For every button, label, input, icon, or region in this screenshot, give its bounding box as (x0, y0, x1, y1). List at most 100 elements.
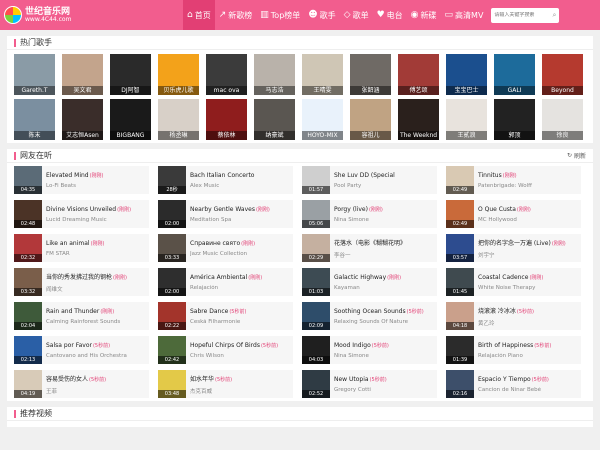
song-item[interactable]: 02:09 Soothing Ocean Sounds(5秒前) Relaxing … (302, 302, 437, 330)
singer-card[interactable]: HOYO-MIX (302, 99, 343, 140)
song-artist: Lucid Dreaming Music (46, 216, 107, 223)
song-item[interactable]: 02:49 O Que Custa(刚刚) MC Hollywood (446, 200, 581, 228)
song-duration: 01:39 (446, 356, 474, 364)
singer-card[interactable]: 吴文君 (62, 54, 103, 95)
nav-item-6[interactable]: ◉ 新碟 (407, 0, 441, 30)
song-item[interactable]: 02:22 Sabre Dance(5秒前) Ceská Filharmonie (158, 302, 293, 330)
singer-name: 王贰浪 (446, 131, 487, 140)
nav-icon: ▭ (444, 10, 454, 20)
song-duration: 03:57 (446, 254, 474, 262)
nav-item-1[interactable]: ↗ 新歌榜 (215, 0, 257, 30)
song-time-tag: (刚刚) (90, 240, 105, 247)
singer-card[interactable]: Beyond (542, 54, 583, 95)
song-item[interactable]: 02:48 Divine Visions Unveiled(刚刚) Lucid Dr… (14, 200, 149, 228)
nav-item-7[interactable]: ▭ 高清MV (441, 0, 488, 30)
song-item[interactable]: 03:33 Справине свято(刚刚) Jazz Music Collec… (158, 234, 293, 262)
search-input[interactable] (494, 12, 547, 18)
main-nav: ⌂ 首页 ↗ 新歌榜 ▥ Top榜单 ☻ 歌手 ◇ 歌单 ♥ 电台 ◉ 新碟 ▭ 高清MV (183, 0, 487, 30)
nav-label: 新歌榜 (228, 10, 253, 20)
recommend-mv-panel: 推荐视频 (7, 407, 593, 427)
song-item[interactable]: 01:03 Galactic Highway(刚刚) Kayaman (302, 268, 437, 296)
song-item[interactable]: 02:04 Rain and Thunder(刚刚) Calming Rainfor… (14, 302, 149, 330)
song-artist: MC Hollywood (478, 216, 517, 223)
nav-item-4[interactable]: ◇ 歌单 (340, 0, 373, 30)
song-title: 烧滚滚 冷冰冰(5秒前) (478, 307, 535, 315)
singer-card[interactable]: 纳豪斌 (254, 99, 295, 140)
singer-card[interactable]: 蔡依林 (206, 99, 247, 140)
song-duration: 05:06 (302, 220, 330, 228)
singer-card[interactable]: 傅艺颂 (398, 54, 439, 95)
refresh-button[interactable]: ↻ 刷新 (567, 151, 586, 160)
song-item[interactable]: 03:57 把你的名字念一万遍 (Live)(刚刚) 刘宇宁 (446, 234, 581, 262)
singer-name: 张韶涵 (350, 86, 391, 95)
song-item[interactable]: 02:16 Espacio Y Tiempo(5秒前) Cancion de Nin… (446, 370, 581, 398)
singer-card[interactable]: 徐良 (542, 99, 583, 140)
singer-card[interactable]: Gareth.T (14, 54, 55, 95)
song-item[interactable]: 02:00 Nearby Gentle Waves(刚刚) Meditation S… (158, 200, 293, 228)
singer-card[interactable]: 张韶涵 (350, 54, 391, 95)
singer-name: 陈末 (14, 131, 55, 140)
singer-name: 宝宝巴士 (446, 86, 487, 95)
singer-card[interactable]: 容祖儿 (350, 99, 391, 140)
nav-label: 歌单 (352, 10, 369, 20)
singer-card[interactable]: 郭顶 (494, 99, 535, 140)
nav-label: 电台 (386, 10, 403, 20)
song-item[interactable]: 05:06 Porgy (live)(刚刚) Nina Simone (302, 200, 437, 228)
song-time-tag: (5秒前) (260, 342, 279, 349)
search-icon[interactable]: ⌕ (553, 11, 557, 20)
song-item[interactable]: 02:00 América Ambiental(刚刚) Relajación (158, 268, 293, 296)
song-item[interactable]: 04:35 Elevated Mind(刚刚) Lo-Fi Beats (14, 166, 149, 194)
song-item[interactable]: 02:49 Tinnitus(刚刚) Patenbrigade: Wolff (446, 166, 581, 194)
song-item[interactable]: 02:29 花落水（电影《糊糊花明》 李谷一 (302, 234, 437, 262)
song-item[interactable]: 02:42 Hopeful Chirps Of Birds(5秒前) Chris W… (158, 336, 293, 364)
nav-item-0[interactable]: ⌂ 首页 (183, 0, 215, 30)
song-time-tag: (刚刚) (551, 240, 566, 247)
singer-card[interactable]: BIGBANG (110, 99, 151, 140)
song-cover: 04:35 (14, 166, 42, 194)
song-item[interactable]: 03:32 当你的秀发拂过我的钢枪(刚刚) 阎维文 (14, 268, 149, 296)
song-duration: 02:13 (14, 356, 42, 364)
singer-card[interactable]: 马志浩 (254, 54, 295, 95)
song-time-tag: (5秒前) (516, 308, 535, 315)
singer-card[interactable]: DJ阿智 (110, 54, 151, 95)
song-time-tag: (刚刚) (89, 172, 104, 179)
singer-name: mac ova (206, 86, 247, 95)
singer-card[interactable]: 陈末 (14, 99, 55, 140)
singer-card[interactable]: 王晴雯 (302, 54, 343, 95)
site-logo[interactable]: 世纪音乐网 www.4C44.com (4, 2, 84, 28)
nav-icon: ◉ (410, 10, 419, 20)
nav-item-5[interactable]: ♥ 电台 (373, 0, 407, 30)
singer-card[interactable]: 杨丞琳 (158, 99, 199, 140)
song-title: Birth of Happiness(5秒前) (478, 341, 552, 349)
singer-card[interactable]: 艾志恒Asen (62, 99, 103, 140)
singer-card[interactable]: 王贰浪 (446, 99, 487, 140)
song-artist: FM STAR (46, 250, 70, 257)
nav-item-2[interactable]: ▥ Top榜单 (256, 0, 304, 30)
song-item[interactable]: 04:18 烧滚滚 冷冰冰(5秒前) 黄乙玲 (446, 302, 581, 330)
song-title: Coastal Cadence(刚刚) (478, 273, 544, 281)
song-duration: 02:04 (14, 322, 42, 330)
song-item[interactable]: 01:57 She Luv DD (Special Pool Party (302, 166, 437, 194)
song-item[interactable]: 01:39 Birth of Happiness(5秒前) Relajación P… (446, 336, 581, 364)
song-item[interactable]: 04:19 容易受伤的女人(5秒前) 王菲 (14, 370, 149, 398)
song-duration: 02:00 (158, 220, 186, 228)
singer-card[interactable]: GALI (494, 54, 535, 95)
recommend-mv-title: 推荐视频 (14, 408, 52, 419)
singer-name: DJ阿智 (110, 86, 151, 95)
song-time-tag: (刚刚) (255, 206, 270, 213)
song-item[interactable]: 28秒 Bach Italian Concerto Alex Music (158, 166, 293, 194)
song-item[interactable]: 04:03 Mood Indigo(5秒前) Nina Simone (302, 336, 437, 364)
singer-card[interactable]: The Weeknd (398, 99, 439, 140)
song-item[interactable]: 02:13 Salsa por Favor(5秒前) Cantovano and H… (14, 336, 149, 364)
nav-item-3[interactable]: ☻ 歌手 (304, 0, 339, 30)
song-time-tag: (5秒前) (92, 342, 111, 349)
song-item[interactable]: 01:45 Coastal Cadence(刚刚) White Noise Ther… (446, 268, 581, 296)
singer-card[interactable]: 贝乐虎儿歌 (158, 54, 199, 95)
song-item[interactable]: 02:32 Like an animal(刚刚) FM STAR (14, 234, 149, 262)
song-cover: 02:32 (14, 234, 42, 262)
singer-card[interactable]: mac ova (206, 54, 247, 95)
song-item[interactable]: 02:52 New Utopia(5秒前) Gregory Cotti (302, 370, 437, 398)
singer-card[interactable]: 宝宝巴士 (446, 54, 487, 95)
song-artist: Kayaman (334, 284, 360, 291)
song-item[interactable]: 03:48 如水年华(5秒前) 杰克百威 (158, 370, 293, 398)
